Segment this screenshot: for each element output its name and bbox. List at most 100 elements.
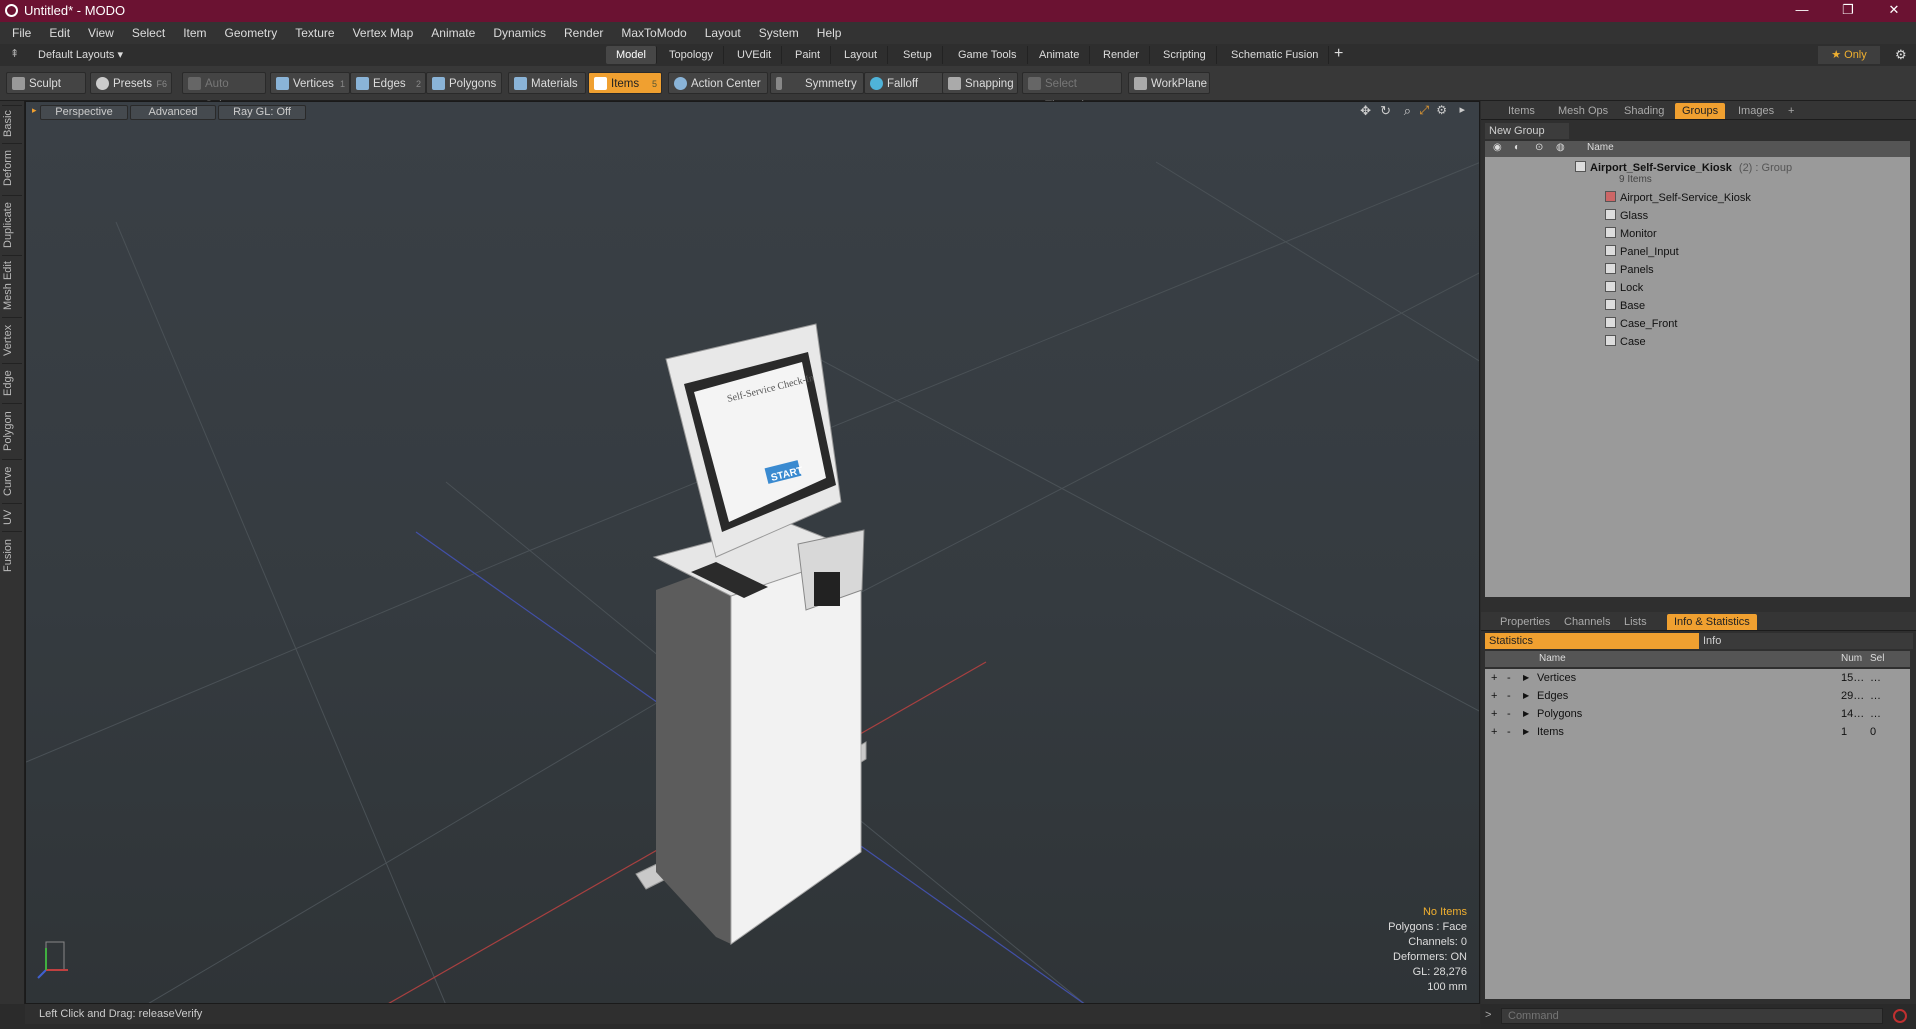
only-toggle[interactable]: ★ Only: [1818, 46, 1880, 64]
record-icon[interactable]: [1893, 1009, 1907, 1023]
menu-dynamics[interactable]: Dynamics: [484, 22, 555, 44]
tab-groups[interactable]: Groups: [1675, 103, 1726, 119]
layout-expand-icon[interactable]: ⇞: [10, 47, 19, 60]
edges-button[interactable]: Edges 2: [350, 72, 426, 94]
group-list[interactable]: Airport_Self-Service_Kiosk (2) : Group 9…: [1485, 157, 1910, 597]
list-item[interactable]: Panel_Input: [1605, 243, 1679, 261]
falloff-button[interactable]: Falloff: [864, 72, 948, 94]
statistics-tab[interactable]: Statistics: [1485, 633, 1699, 649]
vtab-curve[interactable]: Curve: [2, 459, 22, 502]
settings-gear-icon[interactable]: ⚙: [1895, 47, 1907, 63]
snapping-button[interactable]: Snapping: [942, 72, 1018, 94]
items-button[interactable]: Items 5: [588, 72, 662, 94]
tab-game-tools[interactable]: Game Tools: [948, 46, 1028, 64]
menu-layout[interactable]: Layout: [696, 22, 750, 44]
menu-file[interactable]: File: [0, 22, 40, 44]
menu-system[interactable]: System: [750, 22, 808, 44]
menu-help[interactable]: Help: [808, 22, 851, 44]
row-arrow-icon[interactable]: ▶: [1523, 669, 1529, 687]
menu-vertex-map[interactable]: Vertex Map: [344, 22, 423, 44]
collapse-minus-icon[interactable]: -: [1507, 687, 1511, 705]
polygons-button[interactable]: Polygons: [426, 72, 502, 94]
presets-button[interactable]: Presets F6: [90, 72, 172, 94]
table-row[interactable]: + - ▶ Items 1 0: [1485, 723, 1910, 741]
tab-properties[interactable]: Properties: [1493, 614, 1557, 630]
menu-render[interactable]: Render: [555, 22, 612, 44]
collapse-minus-icon[interactable]: -: [1507, 669, 1511, 687]
tab-shading[interactable]: Shading: [1617, 103, 1671, 119]
list-item[interactable]: Lock: [1605, 279, 1643, 297]
tab-items[interactable]: Items: [1501, 103, 1542, 119]
menu-select[interactable]: Select: [123, 22, 174, 44]
tab-lists[interactable]: Lists: [1617, 614, 1654, 630]
collapse-minus-icon[interactable]: -: [1507, 705, 1511, 723]
kiosk-model[interactable]: Self-Service Check-In START: [635, 323, 867, 945]
info-tab[interactable]: Info: [1699, 633, 1913, 649]
expand-plus-icon[interactable]: +: [1491, 705, 1497, 723]
row-arrow-icon[interactable]: ▶: [1523, 705, 1529, 723]
tab-setup[interactable]: Setup: [893, 46, 943, 64]
tab-animate[interactable]: Animate: [1029, 46, 1091, 64]
minimize-button[interactable]: —: [1780, 0, 1824, 22]
expand-plus-icon[interactable]: +: [1491, 669, 1497, 687]
materials-button[interactable]: Materials: [508, 72, 586, 94]
add-panel-tab-button[interactable]: +: [1781, 103, 1801, 119]
vertices-button[interactable]: Vertices 1: [270, 72, 350, 94]
tab-topology[interactable]: Topology: [659, 46, 725, 64]
vtab-fusion[interactable]: Fusion: [2, 531, 22, 578]
menu-animate[interactable]: Animate: [422, 22, 484, 44]
add-tab-button[interactable]: +: [1334, 45, 1343, 63]
list-item[interactable]: Glass: [1605, 207, 1648, 225]
auto-select-button[interactable]: Auto Select: [182, 72, 266, 112]
sculpt-button[interactable]: Sculpt: [6, 72, 86, 94]
menu-maxtomodo[interactable]: MaxToModo: [612, 22, 695, 44]
action-center-button[interactable]: Action Center: [668, 72, 768, 94]
collapse-minus-icon[interactable]: -: [1507, 723, 1511, 741]
expand-plus-icon[interactable]: +: [1491, 723, 1497, 741]
table-row[interactable]: + - ▶ Polygons 14……: [1485, 705, 1910, 723]
3d-viewport[interactable]: ▸ Perspective Advanced Ray GL: Off ✥ ↻ ⌕…: [25, 101, 1480, 1004]
maximize-button[interactable]: ❐: [1826, 0, 1870, 22]
list-item[interactable]: Base: [1605, 297, 1645, 315]
menu-texture[interactable]: Texture: [286, 22, 343, 44]
tab-render[interactable]: Render: [1093, 46, 1151, 64]
vtab-uv[interactable]: UV: [2, 503, 22, 530]
list-item[interactable]: Monitor: [1605, 225, 1657, 243]
vtab-deform[interactable]: Deform: [2, 143, 22, 192]
tab-schematic-fusion[interactable]: Schematic Fusion: [1221, 46, 1330, 64]
list-item[interactable]: Panels: [1605, 261, 1654, 279]
new-group-button[interactable]: New Group: [1485, 123, 1569, 139]
menu-geometry[interactable]: Geometry: [216, 22, 287, 44]
list-item[interactable]: Case_Front: [1605, 315, 1677, 333]
layout-preset-dropdown[interactable]: Default Layouts ▾: [38, 48, 123, 61]
table-row[interactable]: + - ▶ Edges 29……: [1485, 687, 1910, 705]
group-row[interactable]: Airport_Self-Service_Kiosk (2) : Group: [1575, 159, 1792, 177]
expand-plus-icon[interactable]: +: [1491, 687, 1497, 705]
tab-scripting[interactable]: Scripting: [1153, 46, 1217, 64]
vtab-edge[interactable]: Edge: [2, 363, 22, 402]
list-item[interactable]: Airport_Self-Service_Kiosk: [1605, 189, 1751, 207]
tab-images[interactable]: Images: [1731, 103, 1781, 119]
vtab-polygon[interactable]: Polygon: [2, 403, 22, 458]
workplane-button[interactable]: WorkPlane: [1128, 72, 1210, 94]
select-through-button[interactable]: Select Through: [1022, 72, 1122, 112]
tab-model[interactable]: Model: [606, 46, 657, 64]
list-item[interactable]: Case: [1605, 333, 1646, 351]
menu-edit[interactable]: Edit: [40, 22, 79, 44]
tab-info-statistics[interactable]: Info & Statistics: [1667, 614, 1757, 630]
table-row[interactable]: + - ▶ Vertices 15……: [1485, 669, 1910, 687]
close-button[interactable]: ✕: [1872, 0, 1916, 22]
menu-item[interactable]: Item: [174, 22, 215, 44]
command-input[interactable]: [1501, 1008, 1883, 1024]
tab-layout[interactable]: Layout: [834, 46, 889, 64]
row-arrow-icon[interactable]: ▶: [1523, 687, 1529, 705]
vtab-duplicate[interactable]: Duplicate: [2, 195, 22, 254]
tab-paint[interactable]: Paint: [785, 46, 832, 64]
row-arrow-icon[interactable]: ▶: [1523, 723, 1529, 741]
menu-view[interactable]: View: [79, 22, 123, 44]
symmetry-button[interactable]: Symmetry: [770, 72, 864, 94]
vtab-vertex[interactable]: Vertex: [2, 317, 22, 362]
vtab-basic[interactable]: Basic: [2, 105, 22, 142]
tab-uvedit[interactable]: UVEdit: [727, 46, 783, 64]
tab-mesh-ops[interactable]: Mesh Ops: [1551, 103, 1615, 119]
